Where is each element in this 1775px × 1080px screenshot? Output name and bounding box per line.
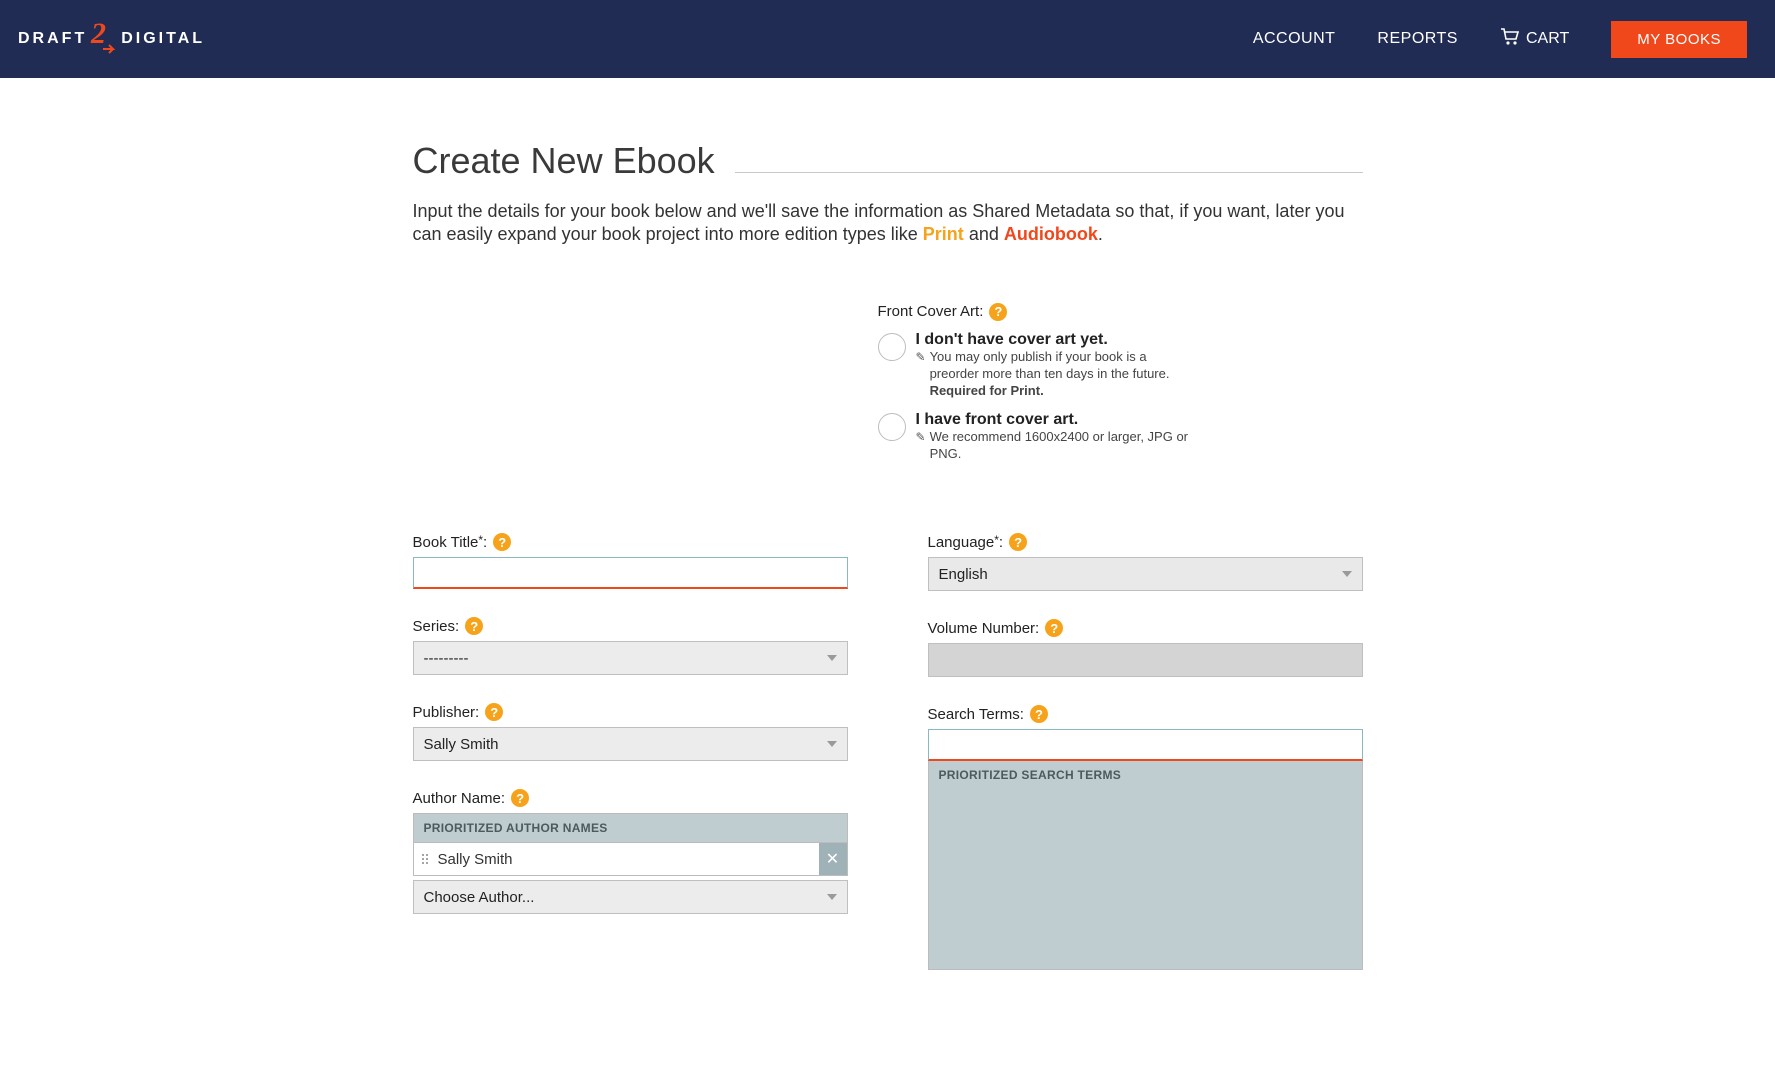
help-icon[interactable]: ? xyxy=(1009,533,1027,551)
drag-handle-icon[interactable] xyxy=(414,854,430,864)
cover-spec-icon: ✎ xyxy=(916,430,926,446)
help-icon[interactable]: ? xyxy=(511,789,529,807)
series-label: Series: xyxy=(413,618,460,635)
radio-have-cover[interactable] xyxy=(878,413,906,441)
publisher-label: Publisher: xyxy=(413,704,480,721)
chevron-down-icon xyxy=(827,655,837,661)
book-title-label: Book Title*: xyxy=(413,534,488,551)
series-select[interactable]: --------- xyxy=(413,641,848,675)
nav-reports[interactable]: REPORTS xyxy=(1377,30,1458,48)
search-terms-input[interactable] xyxy=(928,729,1363,761)
volume-number-label: Volume Number: xyxy=(928,620,1040,637)
title-divider xyxy=(735,172,1363,173)
author-panel-header: PRIORITIZED AUTHOR NAMES xyxy=(413,813,848,842)
help-icon[interactable]: ? xyxy=(1030,705,1048,723)
intro-text: Input the details for your book below an… xyxy=(413,200,1363,247)
nav-cart[interactable]: CART xyxy=(1500,28,1569,51)
cover-art-label: Front Cover Art: xyxy=(878,303,984,320)
help-icon[interactable]: ? xyxy=(485,703,503,721)
search-terms-panel-header: PRIORITIZED SEARCH TERMS xyxy=(929,761,1362,789)
radio-no-cover[interactable] xyxy=(878,333,906,361)
search-terms-label: Search Terms: xyxy=(928,706,1024,723)
logo-text-right: DIGITAL xyxy=(121,30,205,48)
radio-no-cover-title: I don't have cover art yet. xyxy=(916,331,1108,348)
author-name-label: Author Name: xyxy=(413,790,506,807)
language-select[interactable]: English xyxy=(928,557,1363,591)
choose-author-select[interactable]: Choose Author... xyxy=(413,880,848,914)
preorder-note-icon: ✎ xyxy=(916,350,926,366)
book-title-input[interactable] xyxy=(413,557,848,589)
language-label: Language*: xyxy=(928,534,1004,551)
chevron-down-icon xyxy=(827,894,837,900)
help-icon[interactable]: ? xyxy=(1045,619,1063,637)
radio-have-cover-title: I have front cover art. xyxy=(916,411,1079,428)
chevron-down-icon xyxy=(1342,571,1352,577)
my-books-button[interactable]: MY BOOKS xyxy=(1611,21,1747,58)
chevron-down-icon xyxy=(827,741,837,747)
cart-label: CART xyxy=(1526,30,1569,48)
logo[interactable]: DRAFT 2 DIGITAL xyxy=(18,15,205,64)
search-terms-panel: PRIORITIZED SEARCH TERMS xyxy=(928,760,1363,970)
volume-number-input xyxy=(928,643,1363,677)
remove-author-button[interactable]: ✕ xyxy=(819,843,847,875)
nav-account[interactable]: ACCOUNT xyxy=(1253,30,1336,48)
logo-2-icon: 2 xyxy=(89,15,119,64)
help-icon[interactable]: ? xyxy=(989,303,1007,321)
logo-text-left: DRAFT xyxy=(18,30,87,48)
help-icon[interactable]: ? xyxy=(465,617,483,635)
author-item-name: Sally Smith xyxy=(430,851,819,868)
print-link[interactable]: Print xyxy=(923,224,964,244)
svg-text:2: 2 xyxy=(90,17,109,50)
cart-icon xyxy=(1500,28,1520,51)
publisher-select[interactable]: Sally Smith xyxy=(413,727,848,761)
help-icon[interactable]: ? xyxy=(493,533,511,551)
author-list-item[interactable]: Sally Smith ✕ xyxy=(413,842,848,876)
page-title: Create New Ebook xyxy=(413,140,715,182)
audiobook-link[interactable]: Audiobook xyxy=(1004,224,1098,244)
